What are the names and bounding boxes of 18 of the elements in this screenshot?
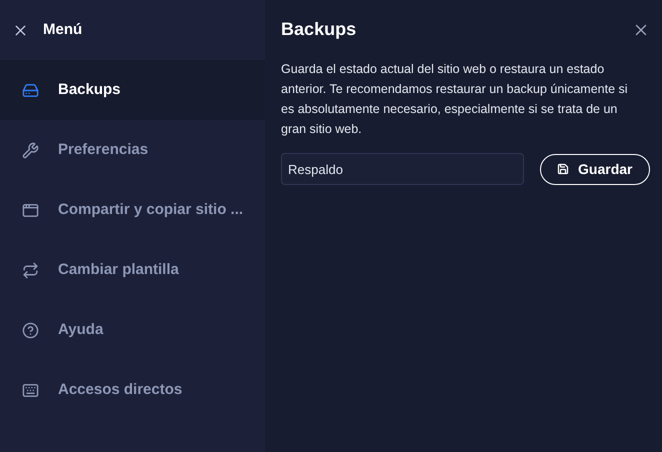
menu-item[interactable]: Backups <box>0 60 266 120</box>
save-icon <box>557 163 570 175</box>
menu-item[interactable]: Accesos directos <box>0 360 266 420</box>
menu-title: Menú <box>43 20 82 40</box>
panel-title: Backups <box>281 18 356 41</box>
swap-arrows-icon <box>22 262 39 278</box>
panel-description: Guarda el estado actual del sitio web o restaura un estado anterior. Te recomendamos restaurar un backup únicamente si es absolutamente necesario, especialmente si se trata de un gran sitio web. <box>281 61 629 138</box>
save-button[interactable]: Guardar <box>540 154 650 184</box>
drive-icon <box>22 82 39 98</box>
wrench-icon <box>22 142 39 158</box>
menu-item[interactable]: Compartir y copiar sitio ... <box>0 180 266 240</box>
menu-item[interactable]: Ayuda <box>0 300 266 360</box>
menu-item[interactable]: Preferencias <box>0 120 266 180</box>
help-icon <box>22 322 39 338</box>
window-icon <box>22 202 39 218</box>
menu-item[interactable]: Cambiar plantilla <box>0 240 266 300</box>
backup-name-field[interactable]: Respaldo <box>281 153 524 185</box>
keyboard-icon <box>22 382 39 398</box>
